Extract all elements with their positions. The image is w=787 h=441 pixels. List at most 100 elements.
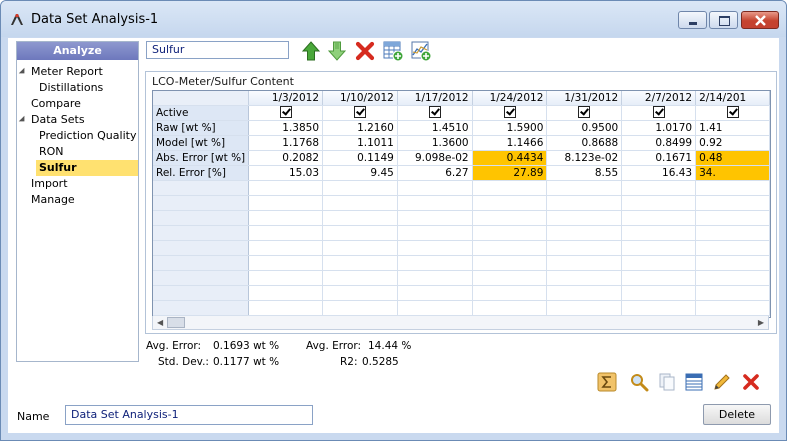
checkbox-checked-icon[interactable] — [578, 106, 591, 118]
property-field[interactable]: Sulfur — [146, 41, 289, 59]
name-input[interactable]: Data Set Analysis-1 — [65, 405, 313, 425]
empty-cell[interactable] — [397, 300, 473, 316]
empty-cell[interactable] — [248, 285, 324, 301]
empty-cell[interactable] — [546, 225, 623, 241]
empty-cell[interactable] — [397, 255, 473, 271]
row-header[interactable]: Active — [153, 105, 250, 121]
minimize-button[interactable] — [678, 11, 707, 29]
empty-cell[interactable] — [621, 255, 697, 271]
table-cell[interactable]: 8.55 — [546, 165, 623, 181]
empty-cell[interactable] — [322, 240, 398, 256]
empty-cell[interactable] — [248, 240, 324, 256]
empty-cell[interactable] — [248, 255, 324, 271]
empty-cell[interactable] — [472, 210, 548, 226]
table-cell[interactable]: 1.2160 — [322, 120, 398, 136]
active-checkbox-cell[interactable] — [397, 105, 473, 121]
empty-cell[interactable] — [695, 195, 770, 211]
empty-cell[interactable] — [322, 180, 398, 196]
row-header[interactable]: Model [wt %] — [153, 135, 250, 151]
sidebar-item-data-sets[interactable]: Data Sets — [17, 112, 85, 128]
column-header[interactable]: 1/3/2012 — [248, 91, 324, 106]
table-row[interactable]: Rel. Error [%] 15.03 9.45 6.27 27.89 8.55 16.4… — [153, 165, 770, 181]
move-down-icon[interactable] — [326, 40, 348, 62]
empty-cell[interactable] — [621, 240, 697, 256]
sidebar-item-ron[interactable]: RON — [39, 144, 64, 160]
checkbox-checked-icon[interactable] — [428, 106, 441, 118]
checkbox-checked-icon[interactable] — [726, 106, 739, 118]
sidebar-header[interactable]: Analyze — [17, 42, 138, 60]
empty-cell[interactable] — [546, 285, 623, 301]
sidebar-item-compare[interactable]: Compare — [31, 96, 81, 112]
empty-cell[interactable] — [397, 195, 473, 211]
checkbox-checked-icon[interactable] — [503, 106, 516, 118]
column-header[interactable]: 1/24/2012 — [472, 91, 548, 106]
empty-cell[interactable] — [546, 180, 623, 196]
delete-button[interactable]: Delete — [703, 404, 771, 425]
table-cell[interactable]: 1.1768 — [248, 135, 324, 151]
empty-cell[interactable] — [472, 195, 548, 211]
sidebar-item-meter-report[interactable]: Meter Report — [17, 64, 103, 80]
scroll-thumb[interactable] — [167, 317, 185, 328]
table-cell[interactable]: 34. — [695, 165, 770, 181]
empty-cell[interactable] — [472, 300, 548, 316]
table-cell[interactable]: 9.45 — [322, 165, 398, 181]
table-cell[interactable]: 1.0170 — [621, 120, 697, 136]
active-checkbox-cell[interactable] — [248, 105, 324, 121]
empty-cell[interactable] — [472, 180, 548, 196]
data-grid[interactable]: 1/3/2012 1/10/2012 1/17/2012 1/24/2012 1… — [152, 90, 771, 318]
horizontal-scrollbar[interactable]: ◀ ▶ — [152, 316, 769, 330]
empty-cell[interactable] — [546, 300, 623, 316]
search-icon[interactable] — [629, 372, 649, 392]
empty-cell[interactable] — [248, 180, 324, 196]
empty-cell[interactable] — [695, 285, 770, 301]
empty-cell[interactable] — [695, 180, 770, 196]
table-cell[interactable]: 1.5900 — [472, 120, 548, 136]
scroll-right-icon[interactable]: ▶ — [758, 318, 764, 327]
scroll-left-icon[interactable]: ◀ — [157, 318, 163, 327]
active-checkbox-cell[interactable] — [621, 105, 697, 121]
table-cell[interactable]: 0.2082 — [248, 150, 324, 166]
empty-cell[interactable] — [322, 210, 398, 226]
table-row[interactable]: Active — [153, 105, 770, 121]
table-cell[interactable]: 0.1671 — [621, 150, 697, 166]
title-bar[interactable]: Data Set Analysis-1 — [1, 1, 786, 37]
checkbox-checked-icon[interactable] — [279, 106, 292, 118]
empty-cell[interactable] — [322, 255, 398, 271]
empty-cell[interactable] — [397, 240, 473, 256]
table-cell[interactable]: 1.3600 — [397, 135, 473, 151]
table-cell[interactable]: 9.098e-02 — [397, 150, 473, 166]
row-header[interactable]: Rel. Error [%] — [153, 165, 250, 181]
sidebar-item-prediction-quality[interactable]: Prediction Quality — [39, 128, 136, 144]
empty-cell[interactable] — [695, 255, 770, 271]
table-cell[interactable]: 1.4510 — [397, 120, 473, 136]
empty-cell[interactable] — [248, 300, 324, 316]
empty-cell[interactable] — [546, 195, 623, 211]
sidebar-item-sulfur[interactable]: Sulfur — [36, 160, 138, 176]
empty-cell[interactable] — [621, 210, 697, 226]
empty-cell[interactable] — [621, 300, 697, 316]
empty-cell[interactable] — [546, 210, 623, 226]
empty-cell[interactable] — [546, 255, 623, 271]
empty-cell[interactable] — [472, 225, 548, 241]
add-table-icon[interactable] — [382, 40, 404, 62]
table-cell[interactable]: 0.8499 — [621, 135, 697, 151]
table-cell[interactable]: 0.48 — [695, 150, 770, 166]
empty-cell[interactable] — [397, 285, 473, 301]
active-checkbox-cell[interactable] — [695, 105, 770, 121]
table-cell[interactable]: 6.27 — [397, 165, 473, 181]
sidebar-item-distillations[interactable]: Distillations — [39, 80, 103, 96]
table-cell[interactable]: 1.1011 — [322, 135, 398, 151]
sidebar-item-manage[interactable]: Manage — [31, 192, 75, 208]
checkbox-checked-icon[interactable] — [353, 106, 366, 118]
row-header[interactable]: Raw [wt %] — [153, 120, 250, 136]
empty-cell[interactable] — [397, 225, 473, 241]
empty-cell[interactable] — [322, 225, 398, 241]
empty-cell[interactable] — [397, 270, 473, 286]
table-cell[interactable]: 27.89 — [472, 165, 548, 181]
delete-icon[interactable] — [354, 40, 376, 62]
table-cell[interactable]: 1.1466 — [472, 135, 548, 151]
empty-cell[interactable] — [397, 180, 473, 196]
column-header[interactable]: 1/10/2012 — [322, 91, 398, 106]
table-cell[interactable]: 0.92 — [695, 135, 770, 151]
empty-cell[interactable] — [248, 225, 324, 241]
